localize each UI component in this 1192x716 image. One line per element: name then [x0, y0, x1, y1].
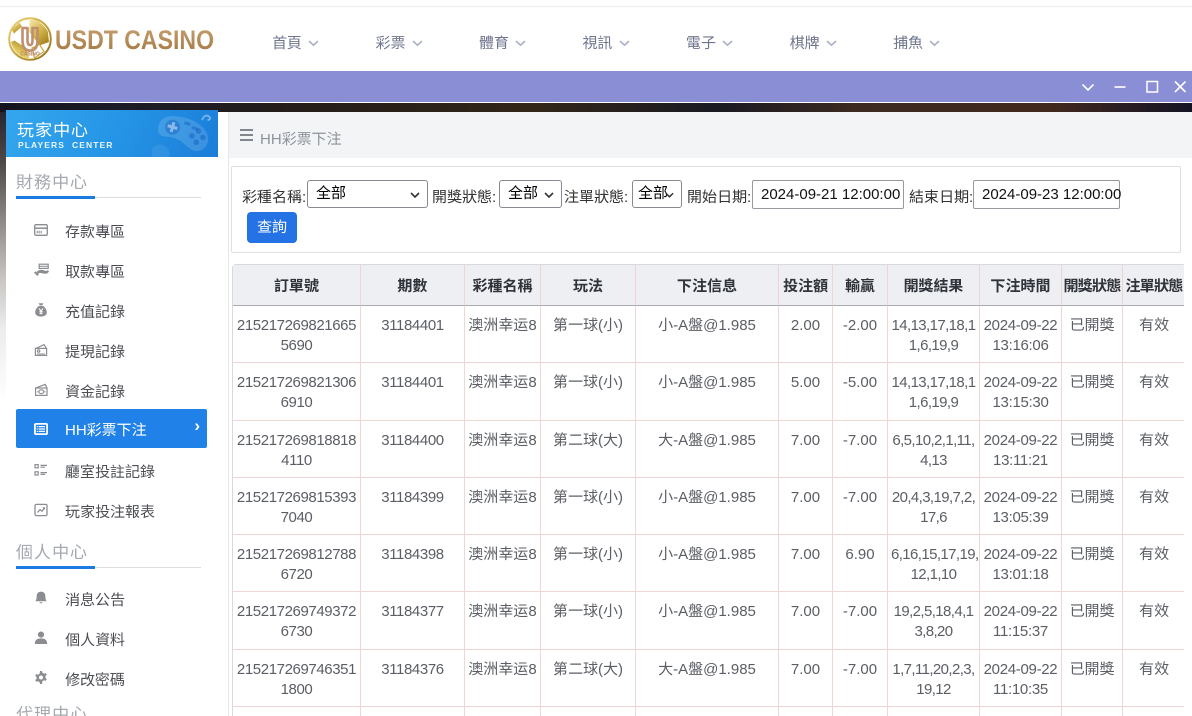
- svg-text:CASINO: CASINO: [20, 52, 40, 58]
